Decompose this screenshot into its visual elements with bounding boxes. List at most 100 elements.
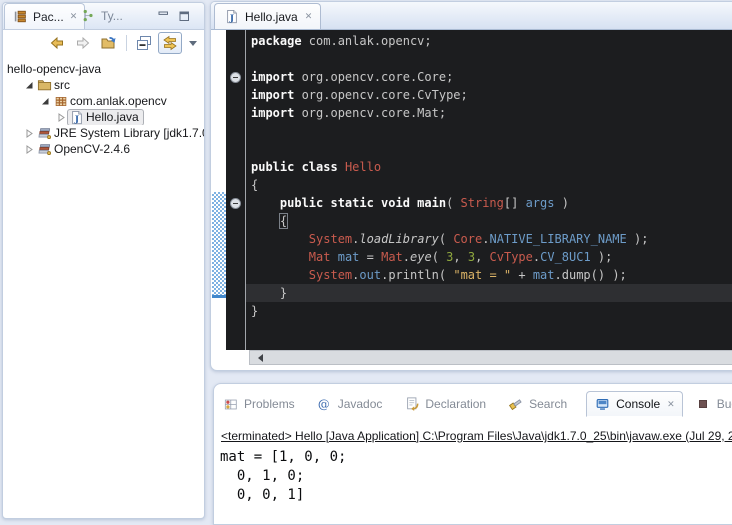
bottom-tabbar: Problems @Javadoc Declaration Search Console… bbox=[214, 384, 732, 417]
collapsed-arrow-icon[interactable] bbox=[22, 145, 36, 154]
code-line-7 bbox=[246, 140, 732, 158]
maximize-button[interactable] bbox=[178, 10, 191, 23]
bottom-tab-label: Declaration bbox=[425, 397, 486, 411]
collapse-all-icon bbox=[136, 35, 152, 51]
code-line-16: } bbox=[246, 302, 732, 320]
code-line-5: import org.opencv.core.Mat; bbox=[246, 104, 732, 122]
tab-javadoc[interactable]: @Javadoc bbox=[314, 392, 385, 416]
code-line-8: public class Hello bbox=[246, 158, 732, 176]
view-menu-icon bbox=[188, 38, 198, 48]
tree-item-label: Hello.java bbox=[85, 110, 139, 124]
tree-item-com-anlak-opencv[interactable]: com.anlak.opencv bbox=[3, 93, 204, 109]
search-icon bbox=[507, 397, 524, 411]
code-line-1: package com.anlak.opencv; bbox=[246, 32, 732, 50]
forward-button[interactable] bbox=[71, 32, 95, 54]
code-line-10: public static void main( String[] args ) bbox=[246, 194, 732, 212]
view-menu-button[interactable] bbox=[184, 32, 201, 54]
tab-declaration[interactable]: Declaration bbox=[401, 392, 488, 416]
tree-item-label: OpenCV-2.4.6 bbox=[53, 142, 130, 156]
editor-area: J Hello.java ✕ package com.anlak.opencv;… bbox=[210, 1, 732, 371]
eclipse-workbench: Pac...✕Ty... hello-opencv-javasrccom.anl… bbox=[0, 0, 732, 511]
svg-text:@: @ bbox=[318, 397, 330, 411]
package-explorer-toolbar bbox=[3, 30, 204, 56]
javadoc-icon: @ bbox=[316, 397, 333, 411]
console-view: Problems @Javadoc Declaration Search Console… bbox=[213, 383, 732, 525]
bottom-tab-label: Console bbox=[616, 397, 660, 411]
tree-item-jre-system-library-jdk1-7-0-25[interactable]: JRE System Library [jdk1.7.0_25] bbox=[3, 125, 204, 141]
code-line-3: import org.opencv.core.Core; bbox=[246, 68, 732, 86]
view-tab-label: Ty... bbox=[101, 9, 123, 23]
go-into-icon bbox=[101, 35, 117, 51]
library-icon bbox=[36, 143, 53, 156]
minimize-button[interactable] bbox=[157, 10, 170, 23]
scrollbar-spacer bbox=[212, 350, 249, 365]
code-line-15: } bbox=[246, 284, 732, 302]
tree-item-src[interactable]: src bbox=[3, 77, 204, 93]
view-tabbar: Pac...✕Ty... bbox=[3, 3, 204, 30]
tab-bug-explorer[interactable]: Bug Explorer bbox=[693, 392, 732, 416]
folding-ruler[interactable] bbox=[226, 30, 245, 350]
code-line-14: System.out.println( "mat = " + mat.dump(… bbox=[246, 266, 732, 284]
collapsed-arrow-icon[interactable] bbox=[22, 129, 36, 138]
tree-item-hello-java[interactable]: J Hello.java bbox=[3, 109, 204, 125]
editor-tab-label: Hello.java bbox=[245, 10, 298, 24]
svg-text:J: J bbox=[228, 13, 233, 23]
code-editor[interactable]: package com.anlak.opencv; import org.open… bbox=[246, 30, 732, 350]
editor-tabbar: J Hello.java ✕ bbox=[211, 2, 732, 30]
svg-text:J: J bbox=[74, 114, 79, 124]
package-explorer-icon bbox=[12, 10, 29, 23]
java-file-icon: J bbox=[69, 110, 85, 125]
project-tree[interactable]: hello-opencv-javasrc com.anlak.opencv J Hel… bbox=[3, 56, 204, 157]
view-tab-label: Pac... bbox=[33, 10, 64, 24]
tree-item-opencv-2-4-6[interactable]: OpenCV-2.4.6 bbox=[3, 141, 204, 157]
tree-item-label: JRE System Library [jdk1.7.0_25] bbox=[53, 126, 204, 140]
tree-item-label: com.anlak.opencv bbox=[69, 94, 167, 108]
close-icon[interactable]: ✕ bbox=[665, 399, 675, 410]
close-icon[interactable]: ✕ bbox=[303, 11, 313, 22]
go-into-button[interactable] bbox=[97, 32, 121, 54]
horizontal-scrollbar[interactable] bbox=[249, 350, 732, 365]
editor-tab-hello-java[interactable]: J Hello.java ✕ bbox=[214, 3, 321, 29]
source-folder-icon bbox=[36, 78, 53, 92]
method-range-indicator bbox=[212, 192, 226, 298]
expanded-arrow-icon[interactable] bbox=[38, 97, 52, 106]
console-output[interactable]: mat = [1, 0, 0; 0, 1, 0; 0, 0, 1] bbox=[220, 448, 346, 505]
code-line-2 bbox=[246, 50, 732, 68]
link-with-editor-button[interactable] bbox=[158, 32, 182, 54]
back-icon bbox=[49, 35, 65, 51]
code-line-12: System.loadLibrary( Core.NATIVE_LIBRARY_… bbox=[246, 230, 732, 248]
range-indicator-ruler bbox=[212, 30, 226, 350]
toolbar-separator bbox=[126, 35, 127, 51]
editor-bottom-strip bbox=[212, 350, 732, 365]
java-file-icon: J bbox=[223, 9, 240, 24]
bug-icon bbox=[695, 400, 712, 408]
expanded-arrow-icon[interactable] bbox=[22, 81, 36, 90]
collapsed-arrow-icon[interactable] bbox=[54, 113, 68, 122]
console-icon bbox=[594, 398, 611, 411]
code-line-11: { bbox=[246, 212, 732, 230]
editor-body: package com.anlak.opencv; import org.open… bbox=[212, 30, 732, 350]
link-with-editor-icon bbox=[162, 35, 178, 51]
library-icon bbox=[36, 127, 53, 140]
package-icon bbox=[52, 95, 69, 108]
fold-collapse-icon[interactable] bbox=[230, 72, 241, 83]
tree-item-label: src bbox=[53, 78, 70, 92]
fold-collapse-icon[interactable] bbox=[230, 198, 241, 209]
forward-icon bbox=[75, 35, 91, 51]
code-line-13: Mat mat = Mat.eye( 3, 3, CvType.CV_8UC1 … bbox=[246, 248, 732, 266]
type-hierarchy-icon bbox=[80, 9, 97, 22]
tab-search[interactable]: Search bbox=[505, 392, 569, 416]
back-button[interactable] bbox=[45, 32, 69, 54]
code-line-9: { bbox=[246, 176, 732, 194]
declaration-icon bbox=[403, 397, 420, 411]
tab-console[interactable]: Console ✕ bbox=[586, 391, 683, 417]
tree-selection: J Hello.java bbox=[67, 109, 144, 125]
console-process-title: <terminated> Hello [Java Application] C:… bbox=[221, 429, 732, 443]
bottom-tab-label: Problems bbox=[244, 397, 295, 411]
view-tab-ty[interactable]: Ty... bbox=[73, 3, 130, 28]
tree-item-hello-opencv-java[interactable]: hello-opencv-java bbox=[3, 61, 204, 77]
collapse-all-button[interactable] bbox=[132, 32, 156, 54]
bottom-tab-label: Search bbox=[529, 397, 567, 411]
tab-problems[interactable]: Problems bbox=[220, 392, 297, 416]
scroll-left-icon[interactable] bbox=[254, 354, 263, 362]
